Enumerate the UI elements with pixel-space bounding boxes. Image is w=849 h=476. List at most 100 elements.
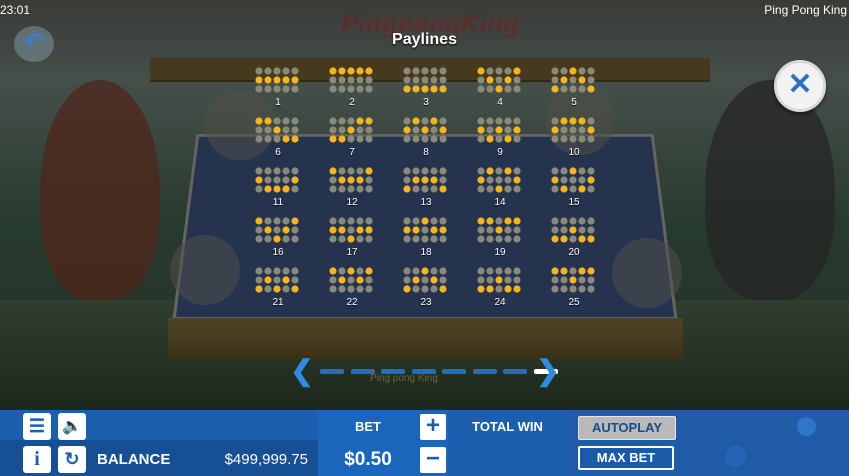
payline-pattern (551, 117, 595, 143)
payline-dot-on (495, 276, 503, 284)
payline-dot-on (477, 176, 485, 184)
payline-number: 9 (497, 147, 503, 158)
payline-pattern (477, 217, 521, 243)
payline-dot-on (486, 76, 494, 84)
payline-11: 11 (253, 166, 303, 214)
payline-dot-off (560, 226, 568, 234)
payline-dot-off (403, 267, 411, 275)
payline-dot-off (264, 176, 272, 184)
payline-dot-off (365, 176, 373, 184)
next-page-button[interactable]: ❯ (536, 356, 560, 386)
speaker-icon: 🔈 (62, 418, 82, 435)
payline-dot-off (356, 76, 364, 84)
payline-number: 23 (420, 297, 432, 308)
payline-9: 9 (475, 116, 525, 164)
balance-value: $499,999.75 (224, 451, 308, 468)
menu-button[interactable]: ☰ (23, 413, 51, 440)
autoplay-button[interactable]: AUTOPLAY (578, 416, 676, 440)
payline-dot-on (347, 267, 355, 275)
payline-number: 12 (346, 197, 358, 208)
payline-dot-on (356, 67, 364, 75)
plus-icon: + (425, 412, 440, 439)
payline-dot-on (356, 176, 364, 184)
payline-dot-off (338, 185, 346, 193)
history-button[interactable]: ↻ (58, 446, 86, 473)
payline-dot-off (365, 235, 373, 243)
payline-dot-on (513, 67, 521, 75)
payline-dot-on (347, 67, 355, 75)
payline-4: 4 (475, 66, 525, 114)
payline-pattern (551, 217, 595, 243)
chevron-right-icon: ❯ (536, 355, 560, 386)
page-dot[interactable] (442, 369, 466, 374)
payline-dot-on (551, 176, 559, 184)
payline-dot-off (403, 176, 411, 184)
previous-page-button[interactable]: ❮ (290, 356, 314, 386)
payline-dot-off (569, 217, 577, 225)
payline-dot-on (412, 117, 420, 125)
payline-number: 10 (568, 147, 580, 158)
payline-dot-on (560, 117, 568, 125)
payline-dot-off (477, 85, 485, 93)
payline-dot-off (439, 276, 447, 284)
payline-dot-on (430, 226, 438, 234)
close-button[interactable]: ✕ (774, 60, 826, 112)
payline-dot-on (578, 235, 586, 243)
payline-dot-off (329, 217, 337, 225)
payline-dot-on (365, 226, 373, 234)
increase-bet-button[interactable]: + (420, 414, 446, 440)
payline-dot-off (412, 67, 420, 75)
payline-dot-off (365, 135, 373, 143)
payline-pattern (329, 267, 373, 293)
payline-dot-on (439, 285, 447, 293)
payline-dot-off (551, 76, 559, 84)
payline-dot-off (513, 276, 521, 284)
payline-pattern (551, 67, 595, 93)
sound-button[interactable]: 🔈 (58, 413, 86, 440)
payline-dot-on (513, 126, 521, 134)
page-dot[interactable] (320, 369, 344, 374)
payline-number: 19 (494, 247, 506, 258)
payline-dot-off (282, 176, 290, 184)
payline-dot-on (255, 285, 263, 293)
payline-dot-off (347, 76, 355, 84)
payline-dot-off (412, 76, 420, 84)
payline-dot-off (430, 76, 438, 84)
payline-number: 21 (272, 297, 284, 308)
payline-dot-off (338, 167, 346, 175)
payline-dot-off (329, 235, 337, 243)
payline-dot-off (282, 126, 290, 134)
payline-dot-off (578, 226, 586, 234)
payline-dot-off (421, 285, 429, 293)
payline-dot-off (412, 185, 420, 193)
payline-dot-off (495, 235, 503, 243)
payline-dot-on (412, 176, 420, 184)
payline-dot-off (255, 135, 263, 143)
payline-dot-off (403, 67, 411, 75)
payline-dot-on (504, 217, 512, 225)
payline-dot-on (282, 226, 290, 234)
payline-dot-off (264, 135, 272, 143)
payline-pattern (329, 217, 373, 243)
page-dot[interactable] (503, 369, 527, 374)
paylines-title: Paylines (392, 31, 457, 48)
payline-dot-on (578, 76, 586, 84)
decrease-bet-button[interactable]: − (420, 447, 446, 473)
payline-dot-off (365, 217, 373, 225)
payline-19: 19 (475, 216, 525, 264)
payline-dot-off (264, 85, 272, 93)
payline-8: 8 (401, 116, 451, 164)
payline-dot-off (264, 267, 272, 275)
payline-dot-off (412, 217, 420, 225)
info-button[interactable]: i (23, 446, 51, 473)
payline-pattern (329, 167, 373, 193)
max-bet-button[interactable]: MAX BET (578, 446, 674, 470)
payline-dot-off (291, 276, 299, 284)
payline-dot-off (439, 167, 447, 175)
payline-dot-on (329, 167, 337, 175)
page-dot[interactable] (472, 369, 497, 374)
payline-dot-on (513, 285, 521, 293)
payline-dot-off (578, 126, 586, 134)
payline-1: 1 (253, 66, 303, 114)
payline-dot-off (412, 135, 420, 143)
